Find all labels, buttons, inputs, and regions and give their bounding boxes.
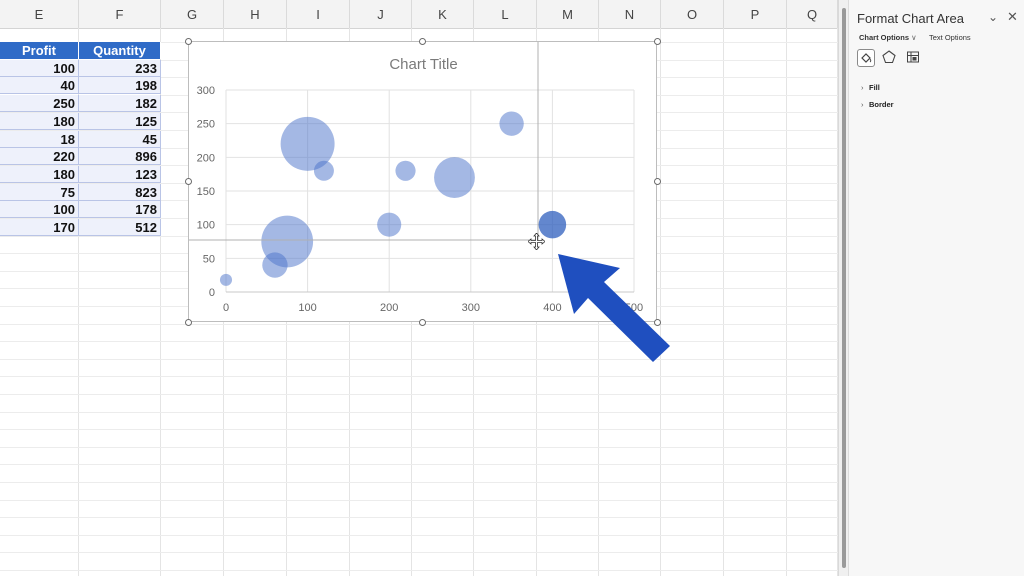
column-header-m[interactable]: M xyxy=(537,0,599,28)
profit-cell[interactable]: 170 xyxy=(0,219,79,236)
x-tick-label: 100 xyxy=(298,302,316,314)
section-fill-label: Fill xyxy=(869,83,880,92)
resize-handle[interactable] xyxy=(653,178,661,185)
section-fill[interactable]: › Fill xyxy=(861,83,880,92)
gridline-vertical xyxy=(786,28,787,576)
scrollbar-thumb[interactable] xyxy=(842,8,846,568)
profit-cell[interactable]: 180 xyxy=(0,113,79,130)
chart-title[interactable]: Chart Title xyxy=(389,56,457,73)
chevron-right-icon: › xyxy=(861,100,864,109)
column-header-h[interactable]: H xyxy=(224,0,287,28)
gridline-horizontal xyxy=(0,535,838,536)
x-tick-label: 0 xyxy=(223,302,229,314)
quantity-cell[interactable]: 45 xyxy=(79,131,161,148)
table-header-quantity[interactable]: Quantity xyxy=(79,42,161,59)
column-header-j[interactable]: J xyxy=(350,0,412,28)
column-header-o[interactable]: O xyxy=(661,0,724,28)
y-tick-label: 50 xyxy=(203,253,215,265)
quantity-cell[interactable]: 233 xyxy=(79,60,161,77)
column-header-q[interactable]: Q xyxy=(787,0,838,28)
gridline-horizontal xyxy=(0,517,838,518)
gridline-horizontal xyxy=(0,359,838,360)
bubble-point[interactable] xyxy=(434,157,475,198)
column-header-g[interactable]: G xyxy=(161,0,224,28)
fill-line-icon[interactable] xyxy=(857,49,875,67)
bubble-point[interactable] xyxy=(395,160,416,181)
chevron-down-icon[interactable]: ⌄ xyxy=(988,10,998,24)
profit-cell[interactable]: 18 xyxy=(0,131,79,148)
gridline-horizontal xyxy=(0,500,838,501)
profit-cell[interactable]: 100 xyxy=(0,201,79,218)
column-header-e[interactable]: E xyxy=(0,0,79,28)
close-icon[interactable]: ✕ xyxy=(1007,9,1018,25)
gridline-horizontal xyxy=(0,464,838,465)
quantity-cell[interactable]: 896 xyxy=(79,148,161,165)
profit-cell[interactable]: 250 xyxy=(0,95,79,112)
move-cursor-icon xyxy=(528,233,545,250)
tab-chart-options-label: Chart Options xyxy=(859,33,909,42)
column-header-n[interactable]: N xyxy=(599,0,661,28)
resize-handle[interactable] xyxy=(184,178,192,185)
profit-cell[interactable]: 220 xyxy=(0,148,79,165)
quantity-cell[interactable]: 125 xyxy=(79,113,161,130)
quantity-cell[interactable]: 512 xyxy=(79,219,161,236)
bubble-point[interactable] xyxy=(313,160,334,181)
column-header-p[interactable]: P xyxy=(724,0,787,28)
gridline-horizontal xyxy=(0,394,838,395)
size-properties-icon[interactable] xyxy=(905,49,923,67)
gridline-horizontal xyxy=(0,447,838,448)
effects-icon[interactable] xyxy=(881,49,899,67)
chevron-down-icon: ∨ xyxy=(911,33,917,42)
gridline-horizontal xyxy=(0,552,838,553)
resize-handle[interactable] xyxy=(653,37,661,45)
worksheet[interactable]: EFGHIJKLMNOPQ Profit Quantity 100 233 40 198 2… xyxy=(0,0,838,576)
y-tick-label: 200 xyxy=(197,152,215,164)
y-tick-label: 300 xyxy=(197,85,215,97)
resize-handle[interactable] xyxy=(419,37,426,45)
quantity-cell[interactable]: 823 xyxy=(79,184,161,201)
gridline-horizontal xyxy=(0,412,838,413)
resize-handle[interactable] xyxy=(184,37,192,45)
column-header-i[interactable]: I xyxy=(287,0,350,28)
gridline-horizontal xyxy=(0,429,838,430)
gridline-vertical xyxy=(723,28,724,576)
tab-chart-options[interactable]: Chart Options ∨ xyxy=(859,33,917,42)
gridline-horizontal xyxy=(0,376,838,377)
bubble-point[interactable] xyxy=(261,215,314,268)
gridline-horizontal xyxy=(0,341,838,342)
y-tick-label: 100 xyxy=(197,220,215,232)
quantity-cell[interactable]: 123 xyxy=(79,166,161,183)
gridline-horizontal xyxy=(0,570,838,571)
column-header-l[interactable]: L xyxy=(474,0,537,28)
y-tick-label: 250 xyxy=(197,119,215,131)
profit-cell[interactable]: 100 xyxy=(0,60,79,77)
profit-cell[interactable]: 180 xyxy=(0,166,79,183)
format-chart-area-pane: Format Chart Area ⌄ ✕ Chart Options ∨ Te… xyxy=(848,0,1024,576)
column-header-f[interactable]: F xyxy=(79,0,161,28)
y-tick-label: 150 xyxy=(197,186,215,198)
column-header-k[interactable]: K xyxy=(412,0,474,28)
profit-cell[interactable]: 40 xyxy=(0,77,79,94)
section-border[interactable]: › Border xyxy=(861,100,894,109)
bubble-point[interactable] xyxy=(499,111,524,136)
bubble-point[interactable] xyxy=(219,273,233,286)
resize-handle[interactable] xyxy=(184,318,192,326)
resize-handle[interactable] xyxy=(419,318,426,326)
gridline-horizontal xyxy=(0,482,838,483)
chevron-right-icon: › xyxy=(861,83,864,92)
table-header-profit[interactable]: Profit xyxy=(0,42,79,59)
section-border-label: Border xyxy=(869,100,894,109)
profit-cell[interactable]: 75 xyxy=(0,184,79,201)
tab-text-options[interactable]: Text Options xyxy=(929,33,971,42)
quantity-cell[interactable]: 182 xyxy=(79,95,161,112)
quantity-cell[interactable]: 198 xyxy=(79,77,161,94)
y-tick-label: 0 xyxy=(209,287,215,299)
x-tick-label: 200 xyxy=(380,302,398,314)
pane-title: Format Chart Area xyxy=(857,11,964,26)
pointer-arrow xyxy=(558,254,670,362)
x-tick-label: 300 xyxy=(462,302,480,314)
bubble-point[interactable] xyxy=(377,212,402,237)
quantity-cell[interactable]: 178 xyxy=(79,201,161,218)
